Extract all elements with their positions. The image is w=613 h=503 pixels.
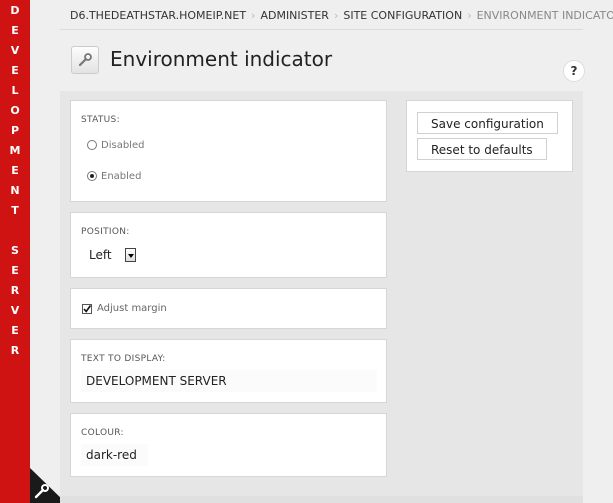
- colour-label: COLOUR:: [81, 428, 124, 438]
- breadcrumb-divider: [60, 29, 583, 30]
- text-to-display-label: TEXT TO DISPLAY:: [81, 354, 166, 364]
- page-icon: [71, 46, 99, 74]
- position-label: POSITION:: [81, 227, 130, 237]
- form-area: STATUS: Disabled Enabled POSITION: Left …: [60, 91, 583, 496]
- environment-indicator-letter: N: [10, 184, 20, 197]
- environment-indicator-letter: D: [10, 4, 20, 17]
- environment-indicator-letter: R: [10, 284, 20, 297]
- radio-unchecked-icon[interactable]: [87, 140, 97, 150]
- status-option-enabled[interactable]: Enabled: [87, 171, 141, 182]
- adjust-margin-checkbox[interactable]: [82, 304, 92, 314]
- breadcrumb-separator: ›: [467, 9, 472, 22]
- environment-indicator-letter: E: [11, 324, 19, 337]
- status-label: STATUS:: [81, 115, 120, 125]
- chevron-down-icon[interactable]: [125, 248, 136, 262]
- colour-panel: COLOUR:: [70, 413, 387, 477]
- radio-checked-icon[interactable]: [87, 171, 97, 181]
- environment-indicator-bar[interactable]: DEVELOPMENT SERVER: [0, 0, 30, 503]
- position-select-value[interactable]: Left: [89, 248, 112, 262]
- environment-indicator-letter: E: [11, 24, 19, 37]
- position-panel: POSITION: Left: [70, 212, 387, 278]
- environment-indicator-letter: E: [11, 64, 19, 77]
- environment-indicator-letter: S: [11, 244, 19, 257]
- environment-indicator-letter: V: [10, 304, 20, 317]
- breadcrumb-separator: ›: [333, 9, 339, 22]
- colour-input[interactable]: [81, 444, 148, 466]
- breadcrumb-environment-indicator[interactable]: ENVIRONMENT INDICATOR: [477, 9, 613, 22]
- environment-indicator-letter: V: [10, 44, 20, 57]
- environment-indicator-letter: E: [11, 264, 19, 277]
- environment-indicator-letter: L: [11, 84, 19, 97]
- environment-indicator-letter: R: [10, 344, 20, 357]
- status-option-label: Enabled: [101, 171, 142, 182]
- page-footer: [60, 496, 583, 503]
- status-option-disabled[interactable]: Disabled: [87, 140, 144, 151]
- save-configuration-button[interactable]: Save configuration: [417, 112, 558, 134]
- wrench-icon: [34, 484, 49, 499]
- environment-indicator-letter: O: [10, 104, 20, 117]
- page-title: Environment indicator: [110, 47, 333, 71]
- breadcrumb-home[interactable]: D6.THEDEATHSTAR.HOMEIP.NET: [70, 9, 246, 22]
- text-to-display-input[interactable]: [81, 370, 377, 392]
- breadcrumb-site-configuration[interactable]: SITE CONFIGURATION: [343, 9, 462, 22]
- environment-indicator-letter: P: [10, 124, 20, 137]
- help-icon[interactable]: ?: [563, 60, 585, 82]
- status-panel: STATUS: Disabled Enabled: [70, 100, 387, 202]
- status-option-label: Disabled: [101, 140, 145, 151]
- checkmark-icon: [83, 305, 92, 313]
- breadcrumb-separator: ›: [251, 9, 256, 22]
- environment-indicator-letter: T: [11, 204, 19, 217]
- reset-to-defaults-button[interactable]: Reset to defaults: [417, 138, 547, 160]
- environment-indicator-letter: M: [9, 144, 21, 157]
- wrench-icon: [78, 53, 92, 67]
- breadcrumb: D6.THEDEATHSTAR.HOMEIP.NET › ADMINISTER › SI…: [70, 9, 613, 22]
- adjust-margin-panel: Adjust margin: [70, 288, 387, 329]
- breadcrumb-administer[interactable]: ADMINISTER: [260, 9, 329, 22]
- environment-indicator-letter: E: [11, 164, 19, 177]
- actions-panel: Save configuration Reset to defaults: [406, 100, 573, 172]
- adjust-margin-label: Adjust margin: [97, 303, 167, 314]
- text-to-display-panel: TEXT TO DISPLAY:: [70, 339, 387, 403]
